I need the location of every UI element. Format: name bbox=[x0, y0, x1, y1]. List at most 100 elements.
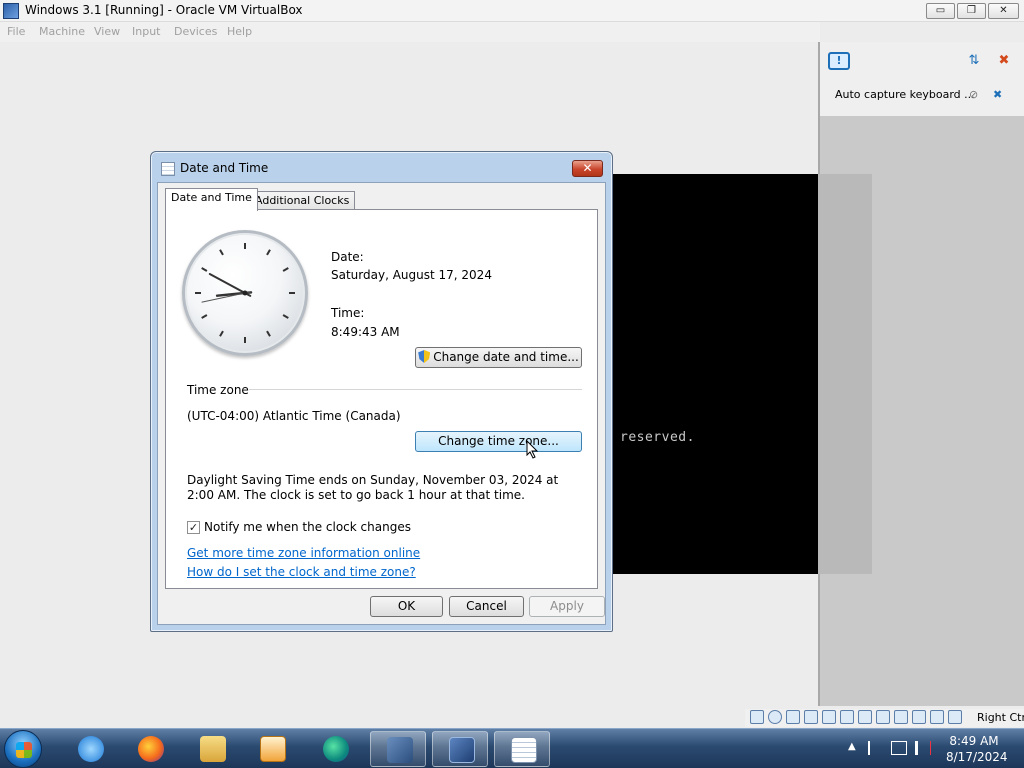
keyboard-capture-icon[interactable] bbox=[948, 710, 962, 724]
virtualbox-icon bbox=[387, 737, 413, 763]
date-time-dialog: Date and Time ✕ Date and Time Additional… bbox=[150, 151, 613, 632]
internet-explorer-icon bbox=[78, 736, 104, 762]
shared-folders-icon[interactable] bbox=[858, 710, 872, 724]
tray-time: 8:49 AM bbox=[949, 734, 999, 748]
taskbar-virtualbox[interactable] bbox=[370, 731, 426, 767]
tab-additional-clocks[interactable]: Additional Clocks bbox=[249, 191, 356, 211]
network-icon[interactable] bbox=[822, 710, 836, 724]
menu-input[interactable]: Input bbox=[132, 25, 160, 38]
host-window-title: Windows 3.1 [Running] - Oracle VM Virtua… bbox=[25, 3, 303, 17]
auto-capture-keyboard-message: Auto capture keyboard ... bbox=[835, 88, 975, 101]
dismiss-icon[interactable]: ✖ bbox=[993, 88, 1002, 101]
tab-date-and-time[interactable]: Date and Time bbox=[165, 188, 258, 211]
tray-date: 8/17/2024 bbox=[946, 750, 1008, 764]
calendar-clock-icon bbox=[511, 737, 537, 763]
taskbar-windows31[interactable] bbox=[432, 731, 488, 767]
taskbar-media-player[interactable] bbox=[244, 731, 300, 767]
network-tray-icon[interactable] bbox=[891, 741, 907, 755]
menu-view[interactable]: View bbox=[94, 25, 120, 38]
taskbar: ▲ 8:49 AM 8/17/2024 bbox=[0, 728, 1024, 768]
clock-center bbox=[242, 290, 248, 296]
tab-panel: Date: Saturday, August 17, 2024 Time: 8:… bbox=[165, 209, 598, 589]
taskbar-firefox[interactable] bbox=[122, 731, 178, 767]
edge-icon bbox=[323, 736, 349, 762]
clock-tick bbox=[219, 249, 224, 256]
analog-clock bbox=[182, 230, 308, 356]
date-label: Date: bbox=[331, 250, 364, 264]
menu-help[interactable]: Help bbox=[227, 25, 252, 38]
taskbar-internet-explorer[interactable] bbox=[62, 731, 118, 767]
notify-checkbox-label[interactable]: Notify me when the clock changes bbox=[204, 520, 411, 534]
virtualization-icon[interactable] bbox=[912, 710, 926, 724]
minimize-button[interactable]: ▭ bbox=[926, 3, 955, 19]
notify-checkbox[interactable]: ✓ bbox=[187, 521, 200, 534]
time-label: Time: bbox=[331, 306, 365, 320]
timezone-divider bbox=[249, 389, 582, 390]
notification-center-icon[interactable]: ! bbox=[828, 52, 850, 70]
tray-clock[interactable]: 8:49 AM 8/17/2024 bbox=[946, 733, 1008, 765]
sort-icon[interactable]: ⇅ bbox=[965, 52, 983, 70]
how-to-set-clock-link[interactable]: How do I set the clock and time zone? bbox=[187, 565, 416, 579]
calendar-icon bbox=[161, 162, 175, 176]
dialog-title: Date and Time bbox=[180, 161, 269, 175]
clock-tick bbox=[219, 330, 224, 337]
vm-overlay-strip bbox=[818, 174, 872, 574]
timezone-section-label: Time zone bbox=[187, 383, 249, 397]
clock-tick bbox=[201, 267, 208, 272]
taskbar-edge[interactable] bbox=[307, 731, 363, 767]
display-icon[interactable] bbox=[876, 710, 890, 724]
menu-file[interactable]: File bbox=[7, 25, 25, 38]
clock-face bbox=[195, 243, 295, 343]
apply-button[interactable]: Apply bbox=[529, 596, 605, 617]
taskbar-date-time[interactable] bbox=[494, 731, 550, 767]
recording-icon[interactable] bbox=[894, 710, 908, 724]
clear-all-icon[interactable]: ✖ bbox=[995, 52, 1013, 70]
clock-tick bbox=[201, 314, 208, 319]
clock-tick bbox=[266, 330, 271, 337]
folder-icon bbox=[200, 736, 226, 762]
mouse-pointer-icon bbox=[526, 440, 539, 459]
vm-console[interactable] bbox=[612, 174, 818, 574]
ok-button[interactable]: OK bbox=[370, 596, 443, 617]
media-player-icon bbox=[260, 736, 286, 762]
windows31-vm-icon bbox=[449, 737, 475, 763]
change-timezone-button[interactable]: Change time zone... bbox=[415, 431, 582, 452]
timezone-info-link[interactable]: Get more time zone information online bbox=[187, 546, 420, 560]
host-menubar: File Machine View Input Devices Help bbox=[0, 22, 820, 42]
clock-tick bbox=[282, 267, 289, 272]
start-button[interactable] bbox=[4, 730, 42, 768]
host-close-button[interactable]: ✕ bbox=[988, 3, 1019, 19]
mouse-integration-icon[interactable] bbox=[930, 710, 944, 724]
time-value: 8:49:43 AM bbox=[331, 325, 400, 339]
host-titlebar: Windows 3.1 [Running] - Oracle VM Virtua… bbox=[0, 0, 1024, 22]
restore-button[interactable]: ❐ bbox=[957, 3, 986, 19]
virtualbox-app-icon bbox=[3, 3, 19, 19]
change-date-time-button[interactable]: Change date and time... bbox=[415, 347, 582, 368]
do-not-show-icon[interactable]: ⊘ bbox=[969, 88, 978, 101]
optical-drive-icon[interactable] bbox=[768, 710, 782, 724]
clock-tick bbox=[266, 249, 271, 256]
dialog-body: Date and Time Additional Clocks Date: Sa… bbox=[157, 182, 606, 625]
action-center-flag-icon[interactable] bbox=[868, 741, 884, 755]
usb-icon[interactable] bbox=[840, 710, 854, 724]
dst-info-text: Daylight Saving Time ends on Sunday, Nov… bbox=[187, 473, 559, 502]
taskbar-explorer[interactable] bbox=[184, 731, 240, 767]
vbox-status-bar: Right Ctrl bbox=[745, 709, 1024, 727]
notification-panel-header: ! ⇅ ✖ Auto capture keyboard ... ⊘ ✖ bbox=[820, 42, 1024, 116]
timezone-value: (UTC-04:00) Atlantic Time (Canada) bbox=[187, 409, 401, 423]
date-value: Saturday, August 17, 2024 bbox=[331, 268, 492, 282]
audio-icon[interactable] bbox=[804, 710, 818, 724]
host-key-label: Right Ctrl bbox=[977, 711, 1024, 724]
menu-machine[interactable]: Machine bbox=[39, 25, 85, 38]
dialog-close-button[interactable]: ✕ bbox=[572, 160, 603, 177]
menu-devices[interactable]: Devices bbox=[174, 25, 217, 38]
cancel-button[interactable]: Cancel bbox=[449, 596, 524, 617]
clock-tick bbox=[282, 314, 289, 319]
hard-disk-icon[interactable] bbox=[750, 710, 764, 724]
firefox-icon bbox=[138, 736, 164, 762]
change-date-time-label: Change date and time... bbox=[433, 350, 579, 364]
floppy-icon[interactable] bbox=[786, 710, 800, 724]
vm-console-text: reserved. bbox=[620, 430, 695, 445]
show-hidden-icons-icon[interactable]: ▲ bbox=[848, 741, 864, 755]
volume-muted-icon[interactable] bbox=[915, 741, 931, 755]
